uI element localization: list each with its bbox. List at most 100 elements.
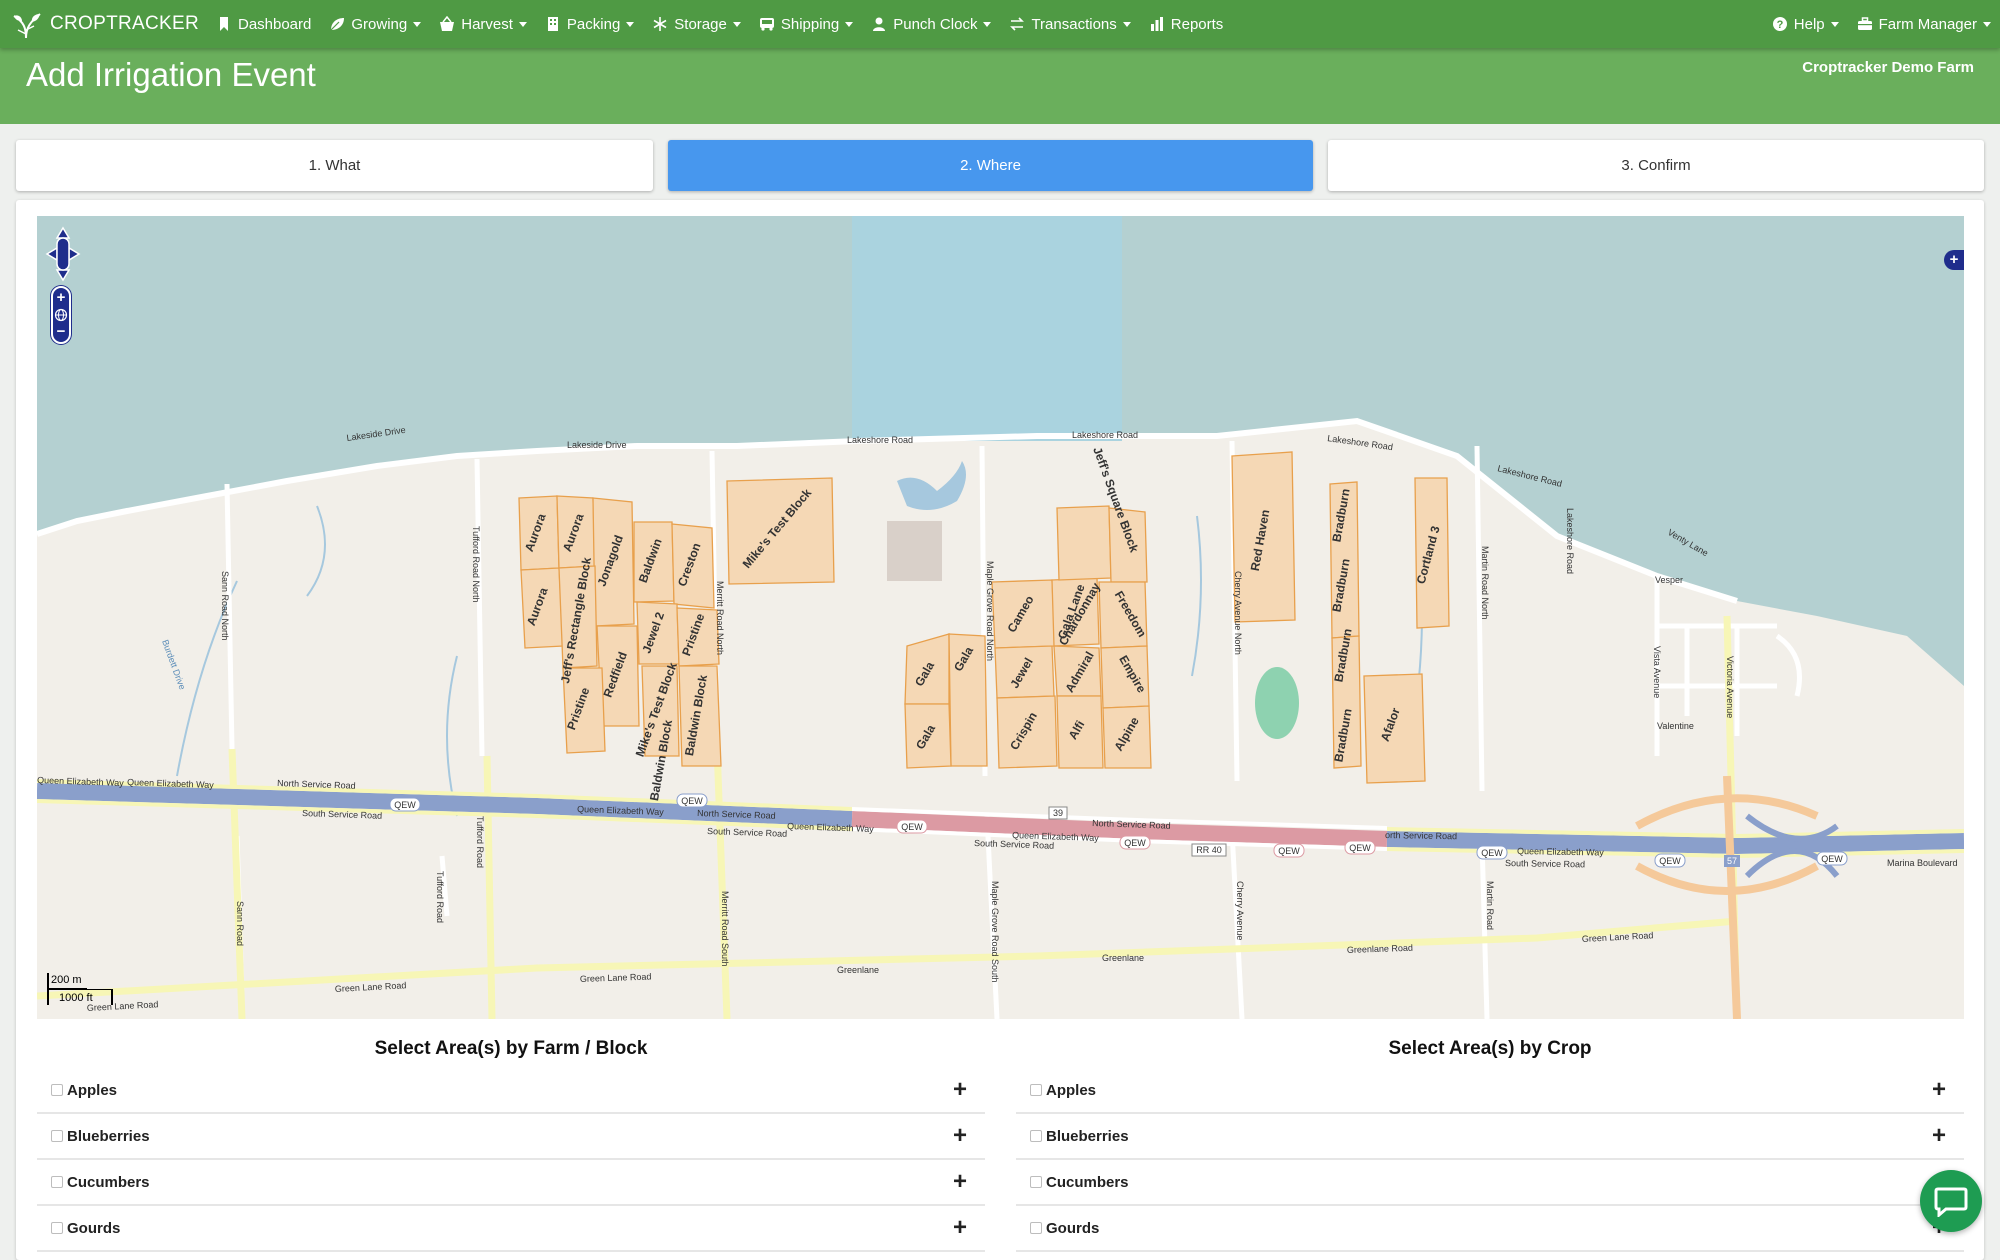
road-label: South Service Road	[1505, 858, 1585, 869]
highway-shield-label: 57	[1727, 856, 1737, 866]
map-zoom-control: + −	[51, 286, 71, 344]
list-item[interactable]: Apples +	[1016, 1068, 1964, 1114]
highway-shield-label: QEW	[1481, 848, 1503, 858]
checkbox[interactable]	[51, 1130, 63, 1142]
chevron-down-icon	[732, 21, 741, 27]
brand-logo[interactable]: CROPTRACKER	[0, 0, 199, 48]
nav-help[interactable]: ? Help	[1763, 0, 1848, 48]
bookmark-icon	[219, 17, 228, 31]
checkbox[interactable]	[1030, 1222, 1042, 1234]
nav-growing-label: Growing	[351, 15, 408, 33]
chat-button[interactable]	[1920, 1170, 1982, 1232]
nav-shipping[interactable]: Shipping	[750, 0, 862, 48]
step-where[interactable]: 2. Where	[668, 140, 1313, 191]
nav-growing[interactable]: Growing	[320, 0, 430, 48]
chevron-down-icon	[983, 21, 992, 27]
farm-block-heading: Select Area(s) by Farm / Block	[374, 1038, 648, 1059]
map-view[interactable]: Lakeside Drive Lakeside Drive Lakeshore …	[37, 216, 1964, 1019]
expand-plus-icon[interactable]: +	[953, 1124, 967, 1148]
highway-shield-label: QEW	[394, 800, 416, 810]
road-label: Marina Boulevard	[1887, 858, 1958, 868]
expand-plus-icon[interactable]: +	[953, 1216, 967, 1240]
svg-text:?: ?	[1776, 19, 1783, 31]
road-label: Merritt Road South	[720, 891, 730, 967]
map-pan-control[interactable]	[45, 226, 81, 282]
brand-name: CROPTRACKER	[50, 13, 199, 34]
list-item[interactable]: Blueberries +	[37, 1114, 985, 1160]
building	[887, 521, 942, 581]
road-label: Vista Avenue	[1652, 646, 1662, 698]
nav-help-label: Help	[1793, 15, 1825, 33]
chevron-down-icon	[1983, 21, 1991, 27]
road-label: Lakeshore Road	[1072, 430, 1138, 440]
step-what[interactable]: 1. What	[16, 140, 653, 191]
list-item[interactable]: Cucumbers +	[1016, 1160, 1964, 1206]
nav-dashboard-label: Dashboard	[237, 15, 312, 33]
zoom-in-button[interactable]: +	[54, 290, 68, 305]
nav-reports-label: Reports	[1170, 15, 1224, 33]
road-label: Martin Road	[1485, 881, 1495, 930]
nav-packing[interactable]: Packing	[536, 0, 643, 48]
list-item-label: Gourds	[1046, 1219, 1100, 1237]
highway-shield-label: QEW	[1821, 854, 1843, 864]
chevron-down-icon	[626, 21, 635, 27]
road-label: Queen Elizabeth Way	[1517, 846, 1604, 858]
list-item[interactable]: Cucumbers +	[37, 1160, 985, 1206]
basket-icon	[440, 16, 455, 31]
checkbox[interactable]	[51, 1176, 63, 1188]
briefcase-icon	[1857, 17, 1872, 30]
road-label: Valentine	[1657, 721, 1694, 731]
scale-metric: 200 m	[47, 973, 87, 989]
nav-farm-manager[interactable]: Farm Manager	[1848, 0, 2000, 48]
checkbox[interactable]	[1030, 1176, 1042, 1188]
checkbox[interactable]	[1030, 1130, 1042, 1142]
nav-storage[interactable]: Storage	[643, 0, 750, 48]
zoom-out-button[interactable]: −	[54, 324, 68, 339]
question-circle-icon: ?	[1772, 17, 1787, 31]
road-label: orth Service Road	[1385, 830, 1457, 841]
layer-switcher-button[interactable]: +	[1944, 250, 1964, 270]
nav-transactions[interactable]: Transactions	[1000, 0, 1139, 48]
chevron-down-icon	[845, 21, 854, 27]
chevron-down-icon	[518, 21, 527, 27]
checkbox[interactable]	[51, 1222, 63, 1234]
road-label: Lakeside Drive	[567, 440, 627, 450]
snowflake-icon	[653, 17, 667, 31]
expand-plus-icon[interactable]: +	[953, 1170, 967, 1194]
road-label: Sann Road	[235, 901, 245, 946]
road-label: Vesper	[1655, 575, 1683, 585]
map-canvas[interactable]: Lakeside Drive Lakeside Drive Lakeshore …	[37, 216, 1964, 1019]
expand-plus-icon[interactable]: +	[953, 1078, 967, 1102]
building-icon	[547, 17, 558, 31]
list-item-label: Blueberries	[67, 1127, 150, 1145]
list-item[interactable]: Blueberries +	[1016, 1114, 1964, 1160]
nav-harvest[interactable]: Harvest	[430, 0, 536, 48]
sports-field	[1255, 667, 1299, 739]
chevron-down-icon	[413, 21, 422, 27]
globe-icon[interactable]	[54, 308, 68, 322]
expand-plus-icon[interactable]: +	[1932, 1124, 1946, 1148]
checkbox[interactable]	[1030, 1084, 1042, 1096]
nav-reports[interactable]: Reports	[1140, 0, 1233, 48]
nav-punch-clock[interactable]: Punch Clock	[862, 0, 1000, 48]
nav-harvest-label: Harvest	[461, 15, 513, 33]
list-item[interactable]: Gourds +	[37, 1206, 985, 1252]
highway-shield-label: QEW	[681, 796, 703, 806]
select-by-farm-block: Select Area(s) by Farm / Block Apples + …	[37, 1030, 985, 1252]
checkbox[interactable]	[51, 1084, 63, 1096]
expand-plus-icon[interactable]: +	[1932, 1078, 1946, 1102]
list-item[interactable]: Gourds +	[1016, 1206, 1964, 1252]
page-title: Add Irrigation Event	[26, 56, 316, 93]
list-item[interactable]: Apples +	[37, 1068, 985, 1114]
chat-bubble-icon	[1934, 1187, 1968, 1217]
nav-packing-label: Packing	[566, 15, 621, 33]
leaf-icon	[330, 18, 345, 31]
road-label: Tufford Road	[435, 871, 445, 923]
road-label: Greenlane	[1102, 953, 1144, 963]
list-item-label: Cucumbers	[1046, 1173, 1129, 1191]
highway-shield-label: QEW	[901, 822, 923, 832]
nav-dashboard[interactable]: Dashboard	[207, 0, 320, 48]
road-label: Maple Grove Road North	[985, 561, 995, 661]
step-confirm[interactable]: 3. Confirm	[1328, 140, 1984, 191]
nav-storage-label: Storage	[674, 15, 727, 33]
